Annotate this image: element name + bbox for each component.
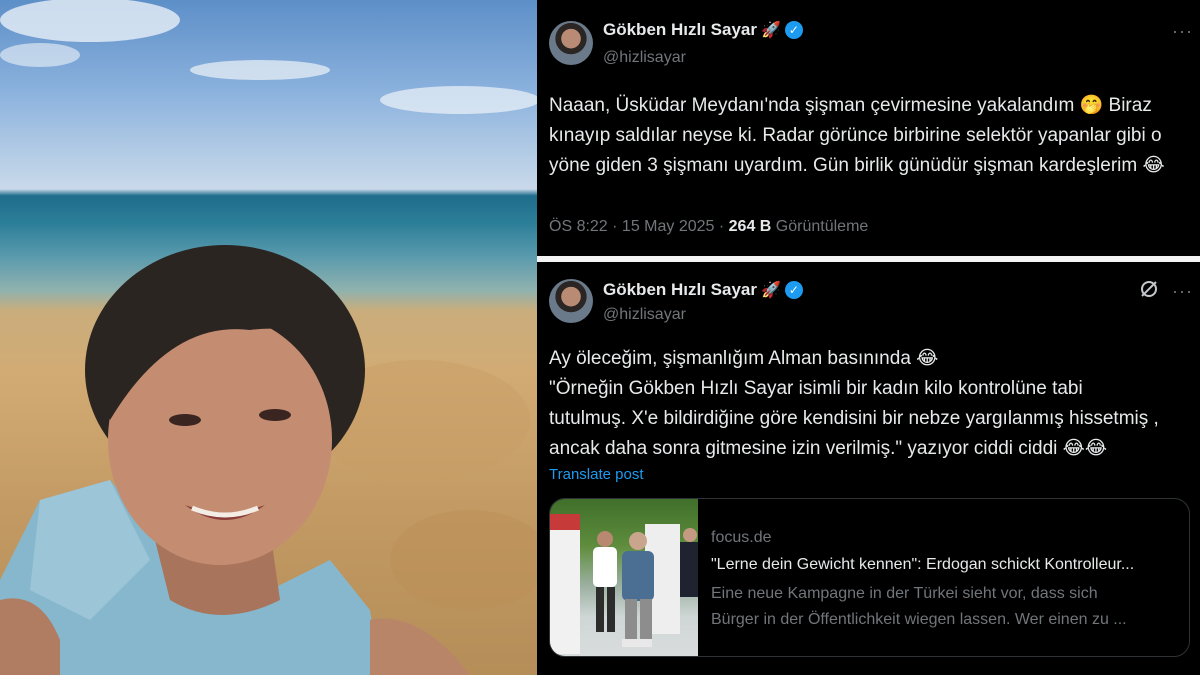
tweet-text-line: kınayıp saldılar neyse ki. Radar görünce… — [549, 125, 1162, 146]
grok-icon-svg — [1141, 281, 1157, 297]
views-label: Görüntüleme — [771, 218, 869, 235]
view-count: 264 B — [728, 218, 772, 235]
tweet-text: Naaan, Üsküdar Meydanı'nda şişman çevirm… — [549, 91, 1189, 181]
translate-post-link[interactable]: Translate post — [549, 466, 644, 483]
link-title: "Lerne dein Gewicht kennen": Erdogan sch… — [711, 556, 1135, 573]
author-name[interactable]: Gökben Hızlı Sayar — [603, 280, 757, 300]
tweet-text-line: Naaan, Üsküdar Meydanı'nda şişman çevirm… — [549, 95, 1152, 116]
author-handle[interactable]: @hizlisayar — [603, 306, 686, 324]
photo-illustration — [0, 0, 537, 675]
tweet-text-line: "Örneğin Gökben Hızlı Sayar isimli bir k… — [549, 378, 1083, 399]
avatar[interactable] — [549, 21, 593, 65]
tweet-text: Ay öleceğim, şişmanlığım Alman basınında… — [549, 344, 1194, 464]
link-description-line: Bürger in der Öffentlichkeit wiegen lass… — [711, 611, 1127, 628]
verified-badge-icon: ✓ — [784, 21, 803, 39]
divider — [537, 256, 1200, 262]
verified-badge-icon: ✓ — [784, 281, 803, 299]
beach-selfie-photo — [0, 0, 537, 675]
more-options-icon[interactable]: ··· — [1172, 281, 1193, 302]
tweet-text-line: yöne giden 3 şişmanı uyardım. Gün birlik… — [549, 155, 1165, 176]
author-name-row[interactable]: Gökben Hızlı Sayar 🚀 ✓ — [603, 280, 803, 300]
author-name-row[interactable]: Gökben Hızlı Sayar 🚀 ✓ — [603, 20, 803, 40]
card-image-illustration — [550, 514, 698, 654]
rocket-emoji: 🚀 — [761, 282, 781, 299]
grok-icon[interactable] — [1139, 279, 1159, 304]
author-handle[interactable]: @hizlisayar — [603, 49, 686, 67]
link-description-line: Eine neue Kampagne in der Türkei sieht v… — [711, 585, 1098, 602]
tweet-text-line: Ay öleceğim, şişmanlığım Alman basınında… — [549, 348, 939, 369]
rocket-emoji: 🚀 — [761, 22, 781, 39]
link-preview-image — [550, 499, 698, 656]
link-description: Eine neue Kampagne in der Türkei sieht v… — [711, 581, 1171, 633]
link-preview-card[interactable]: focus.de "Lerne dein Gewicht kennen": Er… — [549, 498, 1190, 657]
tweet-timestamp[interactable]: ÖS 8:22 · 15 May 2025 · — [549, 218, 729, 235]
more-options-icon[interactable]: ··· — [1172, 21, 1193, 42]
link-domain: focus.de — [711, 529, 772, 546]
tweet-text-line: ancak daha sonra gitmesine izin verilmiş… — [549, 438, 1108, 459]
tweet-text-line: tutulmuş. X'e bildirdiğine göre kendisin… — [549, 408, 1159, 429]
avatar[interactable] — [549, 279, 593, 323]
author-name[interactable]: Gökben Hızlı Sayar — [603, 20, 757, 40]
tweet-meta: ÖS 8:22 · 15 May 2025 · 264 B Görüntülem… — [549, 218, 868, 236]
